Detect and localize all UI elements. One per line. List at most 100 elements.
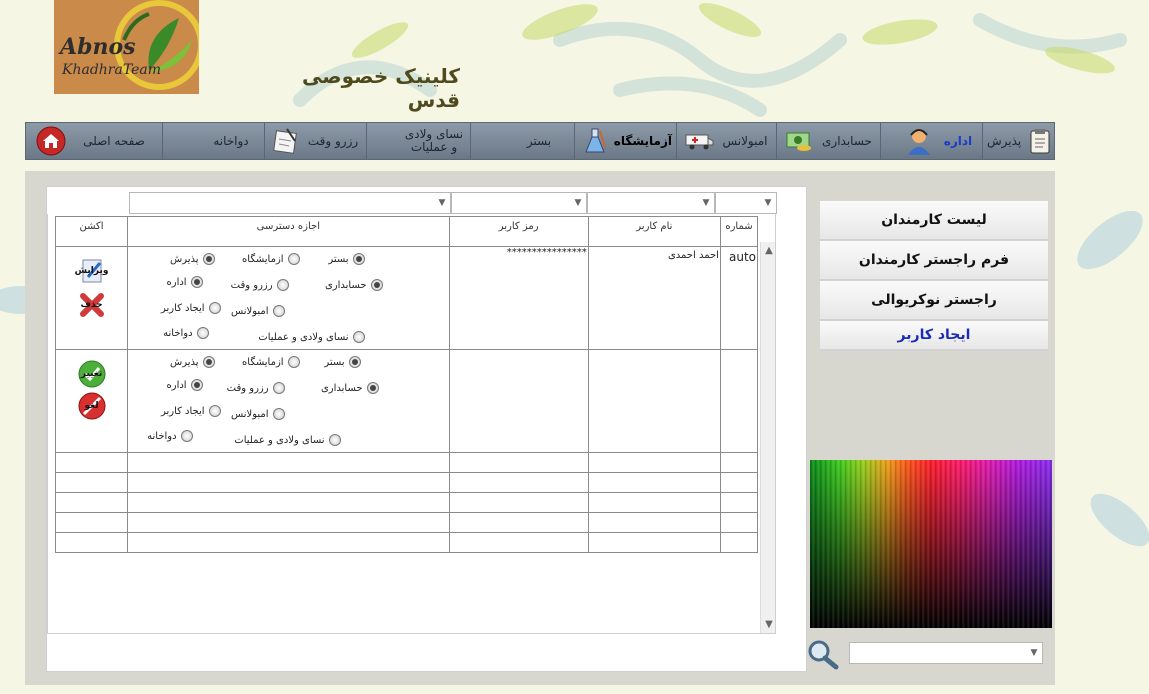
nav-item-nesai[interactable]: نسای ولادی و عملیات	[366, 123, 470, 159]
perm-label: حسابداری	[324, 279, 367, 291]
cancel-button[interactable]: لغو	[76, 392, 108, 420]
radio-button[interactable]	[180, 430, 193, 442]
radio-button[interactable]	[328, 434, 341, 446]
chevron-down-icon: ▼	[1030, 648, 1038, 658]
radio-button[interactable]	[348, 356, 361, 368]
perm-hesabdari[interactable]: حسابداری	[325, 279, 383, 291]
radio-button[interactable]	[287, 253, 300, 265]
perm-dawakhana[interactable]: دواخانه	[147, 430, 193, 442]
side-item-create-user[interactable]: ایجاد کاربر	[820, 321, 1048, 351]
nav-item-rezerv[interactable]: رزرو وقت	[264, 123, 366, 159]
radio-button[interactable]	[208, 302, 221, 314]
radio-button[interactable]	[370, 279, 383, 291]
scroll-down-icon[interactable]: ▼	[762, 618, 775, 632]
radio-button[interactable]	[202, 253, 215, 265]
radio-button[interactable]	[352, 253, 365, 265]
radio-button[interactable]	[276, 279, 289, 291]
nav-label: صفحه اصلی	[83, 133, 145, 148]
table-row[interactable]	[54, 452, 759, 473]
nav-item-azmayeshgah[interactable]: آزمایشگاه	[574, 123, 676, 159]
ambulance-icon	[684, 126, 714, 156]
table-row[interactable]	[54, 492, 759, 513]
table-row[interactable]	[54, 512, 759, 533]
vertical-scrollbar[interactable]: ▲ ▼	[760, 242, 775, 633]
perm-paziresh[interactable]: پذیرش	[170, 356, 215, 368]
perm-rezerv[interactable]: رزرو وقت	[231, 279, 289, 291]
nav-label: نسای ولادی و عملیات	[404, 127, 464, 154]
nav-item-home[interactable]: صفحه اصلی	[28, 123, 162, 159]
perm-ambulance[interactable]: امبولانس	[231, 408, 285, 420]
nav-item-paziresh[interactable]: پذیرش	[982, 123, 1054, 159]
nav-label: پذیرش	[987, 133, 1022, 148]
main-nav: پذیرش اداره حسابداری امبولانس آزمایشگاه …	[25, 122, 1055, 160]
perm-edare[interactable]: اداره	[167, 276, 203, 288]
spectrum-overlay	[810, 460, 1052, 628]
filter-password-combo[interactable]: ▼	[451, 192, 587, 214]
perm-label: اداره	[166, 276, 187, 288]
edit-button[interactable]: ویرایش	[74, 257, 109, 285]
nav-item-dawakhana[interactable]: دواخانه	[162, 123, 264, 159]
filter-permission-combo[interactable]: ▼	[129, 192, 451, 214]
table-row[interactable]	[54, 532, 759, 553]
perm-ambulance[interactable]: امبولانس	[231, 305, 285, 317]
perm-label: ایجاد کاربر	[160, 405, 205, 417]
nav-item-ambulance[interactable]: امبولانس	[676, 123, 776, 159]
radio-button[interactable]	[208, 405, 221, 417]
nav-item-edare[interactable]: اداره	[880, 123, 982, 159]
radio-button[interactable]	[190, 276, 203, 288]
radio-button[interactable]	[272, 382, 285, 394]
perm-bastar[interactable]: بستر	[324, 356, 361, 368]
side-item-employee-register[interactable]: فرم راجستر کارمندان	[820, 241, 1048, 281]
scroll-up-icon[interactable]: ▲	[762, 244, 775, 258]
perm-label: نسای ولادی و عملیات	[258, 331, 349, 343]
radio-button[interactable]	[287, 356, 300, 368]
side-item-shift-register[interactable]: راجستر نوکریوالی	[820, 281, 1048, 321]
delete-button[interactable]: حذف	[76, 291, 108, 319]
radio-button[interactable]	[196, 327, 209, 339]
perm-bastar[interactable]: بستر	[328, 253, 365, 265]
radio-button[interactable]	[352, 331, 365, 343]
filter-id-combo[interactable]: ▼	[715, 192, 777, 214]
perm-nesai[interactable]: نسای ولادی و عملیات	[234, 434, 341, 446]
clipboard-icon	[1025, 126, 1054, 156]
edit-label: ویرایش	[74, 266, 109, 276]
search-icon[interactable]	[806, 638, 840, 670]
perm-rezerv[interactable]: رزرو وقت	[227, 382, 285, 394]
nav-label: دواخانه	[213, 133, 249, 148]
search-combo[interactable]: ▼	[849, 642, 1043, 664]
perm-ijad-karbar[interactable]: ایجاد کاربر	[161, 405, 221, 417]
save-button[interactable]: تغییر	[76, 360, 108, 388]
side-menu: لیست کارمندان فرم راجستر کارمندان راجستر…	[820, 201, 1048, 351]
perm-ijad-karbar[interactable]: ایجاد کاربر	[161, 302, 221, 314]
perm-azmayeshgah[interactable]: ازمایشگاه	[242, 253, 300, 265]
filter-username-combo[interactable]: ▼	[587, 192, 715, 214]
radio-button[interactable]	[272, 408, 285, 420]
col-header-permissions: اجازه دسترسی	[127, 216, 450, 247]
side-item-employee-list[interactable]: لیست کارمندان	[820, 201, 1048, 241]
perm-paziresh[interactable]: پذیرش	[170, 253, 215, 265]
empty-cell	[587, 512, 721, 533]
table-row[interactable]: پذیرش ازمایشگاه بستر اداره رزرو وقت حساب…	[54, 349, 759, 453]
col-header-password: رمز کاربر	[448, 216, 589, 247]
nav-item-bastar[interactable]: بستر	[470, 123, 574, 159]
perm-nesai[interactable]: نسای ولادی و عملیات	[258, 331, 365, 343]
users-grid: شماره نام کاربر رمز کاربر اجازه دسترسی ا…	[47, 214, 776, 634]
perm-label: رزرو وقت	[226, 382, 269, 394]
nav-item-hesabdari[interactable]: حسابداری	[776, 123, 880, 159]
radio-button[interactable]	[272, 305, 285, 317]
perm-dawakhana[interactable]: دواخانه	[163, 327, 209, 339]
chevron-down-icon: ▼	[438, 198, 446, 208]
cell-username	[587, 349, 721, 453]
perm-hesabdari[interactable]: حسابداری	[321, 382, 379, 394]
save-label: تغییر	[80, 369, 103, 379]
table-row[interactable]: auto احمد احمدی **************** پذیرش ا…	[54, 246, 759, 350]
table-row[interactable]	[54, 472, 759, 493]
radio-button[interactable]	[366, 382, 379, 394]
home-icon	[36, 126, 66, 156]
col-header-id: شماره	[719, 216, 759, 247]
perm-edare[interactable]: اداره	[167, 379, 203, 391]
flask-icon	[580, 126, 610, 156]
perm-azmayeshgah[interactable]: ازمایشگاه	[242, 356, 300, 368]
radio-button[interactable]	[190, 379, 203, 391]
radio-button[interactable]	[202, 356, 215, 368]
